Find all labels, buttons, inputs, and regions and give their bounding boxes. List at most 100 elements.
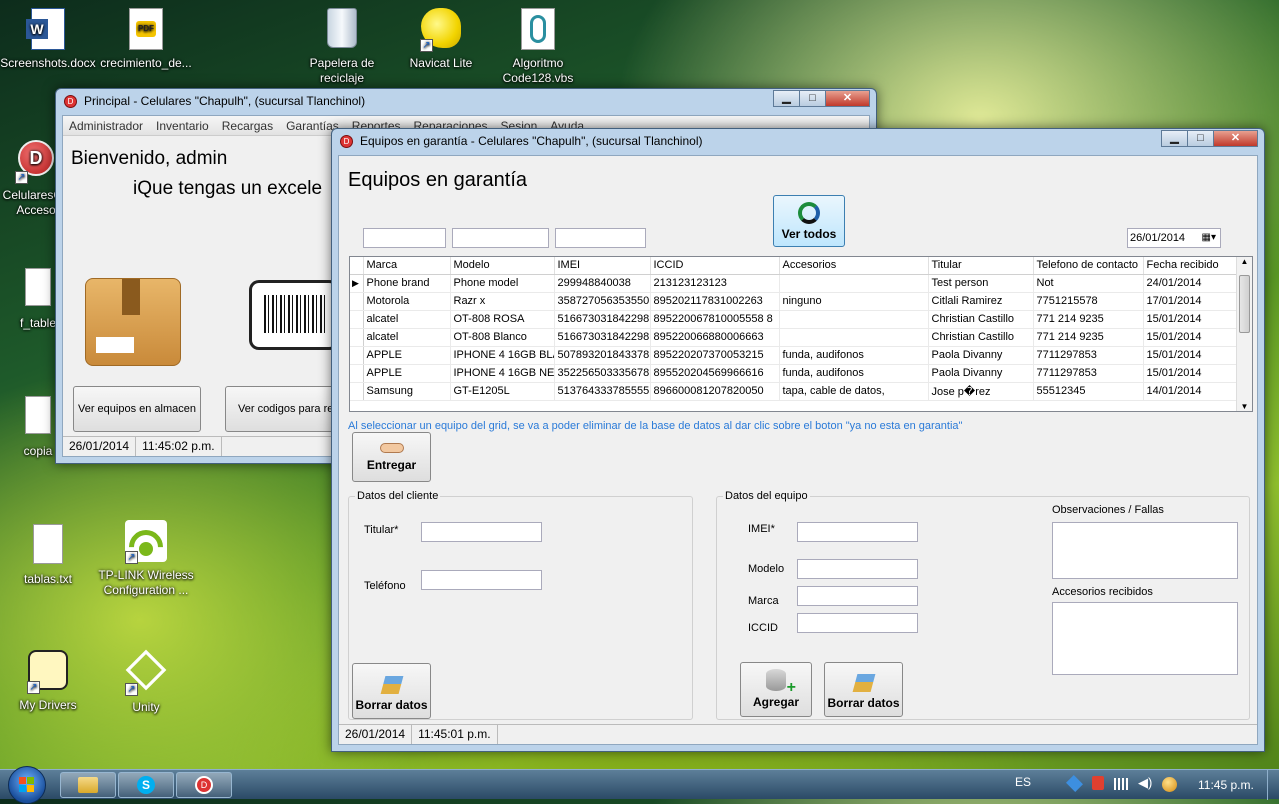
borrar-datos-equipo-button[interactable]: Borrar datos bbox=[824, 662, 903, 717]
menu-inventario[interactable]: Inventario bbox=[156, 119, 209, 133]
minimize-button[interactable]: ▁ bbox=[773, 90, 800, 107]
column-header[interactable]: Telefono de contacto bbox=[1033, 257, 1144, 275]
grid-cell[interactable]: Razr x bbox=[450, 292, 555, 311]
grid-cell[interactable]: Jose p�rez bbox=[928, 382, 1034, 401]
grid-cell[interactable]: Christian Castillo bbox=[928, 310, 1034, 329]
grid-cell[interactable]: APPLE bbox=[363, 364, 451, 383]
grid-cell[interactable]: Test person bbox=[928, 274, 1034, 293]
grid-cell[interactable]: 15/01/2014 bbox=[1143, 328, 1237, 347]
grid-cell[interactable]: tapa, cable de datos, bbox=[779, 382, 929, 401]
table-row[interactable]: APPLEIPHONE 4 16GB NEGR35225650333567889… bbox=[350, 364, 1237, 383]
grid-cell[interactable]: 213123123123 bbox=[650, 274, 780, 293]
grid-cell[interactable]: alcatel bbox=[363, 328, 451, 347]
row-header[interactable] bbox=[350, 328, 364, 347]
minimize-button[interactable]: ▁ bbox=[1161, 130, 1188, 147]
scroll-up-icon[interactable]: ▲ bbox=[1237, 257, 1252, 266]
ver-todos-button[interactable]: Ver todos bbox=[773, 195, 845, 247]
grid-cell[interactable]: ninguno bbox=[779, 292, 929, 311]
filter-imei-input[interactable] bbox=[555, 228, 646, 248]
filter-modelo-input[interactable] bbox=[452, 228, 549, 248]
grid-cell[interactable]: alcatel bbox=[363, 310, 451, 329]
grid-cell[interactable]: 516673031842298 bbox=[554, 328, 651, 347]
grid-cell[interactable]: 895520204569966616 bbox=[650, 364, 780, 383]
grid-cell[interactable] bbox=[779, 274, 929, 293]
column-header[interactable]: IMEI bbox=[554, 257, 651, 275]
grid-cell[interactable]: Motorola bbox=[363, 292, 451, 311]
grid-cell[interactable]: 358727056353550 bbox=[554, 292, 651, 311]
desktop-icon-my-drivers[interactable]: ↗ My Drivers bbox=[0, 650, 96, 713]
grid-cell[interactable]: Phone brand bbox=[363, 274, 451, 293]
row-header[interactable] bbox=[350, 346, 364, 365]
grid-cell[interactable]: funda, audifonos bbox=[779, 364, 929, 383]
telefono-input[interactable] bbox=[421, 570, 542, 590]
current-row-indicator-icon[interactable]: ▶ bbox=[350, 274, 364, 293]
taskbar-celulares-button[interactable]: D bbox=[176, 772, 232, 798]
grid-cell[interactable]: Paola Divanny bbox=[928, 346, 1034, 365]
grid-cell[interactable] bbox=[779, 328, 929, 347]
grid-cell[interactable]: 15/01/2014 bbox=[1143, 346, 1237, 365]
column-header[interactable]: ICCID bbox=[650, 257, 780, 275]
table-row[interactable]: alcatel OT-808 ROSA 516673031842298 8952200… bbox=[350, 310, 1237, 329]
grid-cell[interactable]: 7751215578 bbox=[1033, 292, 1144, 311]
column-header[interactable]: Marca bbox=[363, 257, 451, 275]
close-button[interactable]: ✕ bbox=[1213, 130, 1258, 147]
security-icon[interactable] bbox=[1092, 776, 1104, 790]
grid-cell[interactable]: Paola Divanny bbox=[928, 364, 1034, 383]
grid-cell[interactable] bbox=[779, 310, 929, 329]
modelo-input[interactable] bbox=[797, 559, 918, 579]
table-row[interactable]: APPLEIPHONE 4 16GB BLAN50789320184337889… bbox=[350, 346, 1237, 365]
grid-cell[interactable]: OT-808 ROSA bbox=[450, 310, 555, 329]
grid-cell[interactable]: 895202117831002263 bbox=[650, 292, 780, 311]
row-header[interactable] bbox=[350, 310, 364, 329]
desktop-icon-unity[interactable]: ↗ Unity bbox=[98, 649, 194, 715]
grid-cell[interactable]: 507893201843378 bbox=[554, 346, 651, 365]
grid-cell[interactable]: 895220207370053215 bbox=[650, 346, 780, 365]
menu-recargas[interactable]: Recargas bbox=[222, 119, 273, 133]
garantia-titlebar[interactable]: D Equipos en garantía - Celulares "Chapu… bbox=[332, 129, 1264, 155]
desktop-icon-tablas[interactable]: tablas.txt bbox=[0, 524, 96, 587]
grid-cell[interactable]: 516673031842298 bbox=[554, 310, 651, 329]
desktop-icon-navicat[interactable]: ↗ Navicat Lite bbox=[393, 8, 489, 71]
grid-cell[interactable]: 7711297853 bbox=[1033, 346, 1144, 365]
system-clock[interactable]: 11:45 p.m. bbox=[1198, 778, 1254, 792]
observaciones-textarea[interactable] bbox=[1052, 522, 1238, 579]
grid-cell[interactable]: 15/01/2014 bbox=[1143, 310, 1237, 329]
grid-cell[interactable]: 15/01/2014 bbox=[1143, 364, 1237, 383]
grid-cell[interactable]: 895220067810005558 8 bbox=[650, 310, 780, 329]
desktop-icon-code128[interactable]: Algoritmo Code128.vbs bbox=[490, 8, 586, 86]
accesorios-textarea[interactable] bbox=[1052, 602, 1238, 675]
grid-cell[interactable]: 24/01/2014 bbox=[1143, 274, 1237, 293]
grid-cell[interactable]: GT-E1205L bbox=[450, 382, 555, 401]
grid-cell[interactable]: Not bbox=[1033, 274, 1144, 293]
scroll-down-icon[interactable]: ▼ bbox=[1237, 402, 1252, 411]
row-header[interactable] bbox=[350, 292, 364, 311]
taskbar-explorer-button[interactable] bbox=[60, 772, 116, 798]
close-button[interactable]: ✕ bbox=[825, 90, 870, 107]
imei-input[interactable] bbox=[797, 522, 918, 542]
grid-cell[interactable]: Phone model bbox=[450, 274, 555, 293]
taskbar-skype-button[interactable]: S bbox=[118, 772, 174, 798]
grid-cell[interactable]: IPHONE 4 16GB BLAN bbox=[450, 346, 555, 365]
desktop-icon-recycle-bin[interactable]: Papelera de reciclaje bbox=[294, 8, 390, 86]
network-icon[interactable] bbox=[1162, 777, 1177, 792]
column-header[interactable]: Modelo bbox=[450, 257, 555, 275]
ver-codigos-button[interactable]: Ver codigos para re bbox=[225, 386, 345, 432]
desktop-icon-tplink[interactable]: ↗ TP-LINK Wireless Configuration ... bbox=[98, 520, 194, 598]
row-header[interactable] bbox=[350, 364, 364, 383]
titular-input[interactable] bbox=[421, 522, 542, 542]
grid-cell[interactable]: Citlali Ramirez bbox=[928, 292, 1034, 311]
table-row[interactable]: ▶ Phone brand Phone model 299948840038 21312… bbox=[350, 274, 1237, 293]
filter-marca-input[interactable] bbox=[363, 228, 446, 248]
principal-titlebar[interactable]: D Principal - Celulares "Chapulh", (sucu… bbox=[56, 89, 876, 115]
volume-icon[interactable]: ◀) bbox=[1138, 775, 1152, 791]
grid-cell[interactable]: APPLE bbox=[363, 346, 451, 365]
signal-icon[interactable] bbox=[1114, 778, 1128, 790]
table-row[interactable]: alcatel OT-808 Blanco 516673031842298 89522… bbox=[350, 328, 1237, 347]
agregar-button[interactable]: + Agregar bbox=[740, 662, 812, 717]
column-header[interactable]: Accesorios bbox=[779, 257, 929, 275]
grid-cell[interactable]: 14/01/2014 bbox=[1143, 382, 1237, 401]
ver-equipos-almacen-button[interactable]: Ver equipos en almacen bbox=[73, 386, 201, 432]
equipos-grid[interactable]: Marca Modelo IMEI ICCID Accesorios Titul… bbox=[349, 256, 1253, 412]
column-header[interactable]: Titular bbox=[928, 257, 1034, 275]
start-button[interactable] bbox=[8, 766, 46, 804]
